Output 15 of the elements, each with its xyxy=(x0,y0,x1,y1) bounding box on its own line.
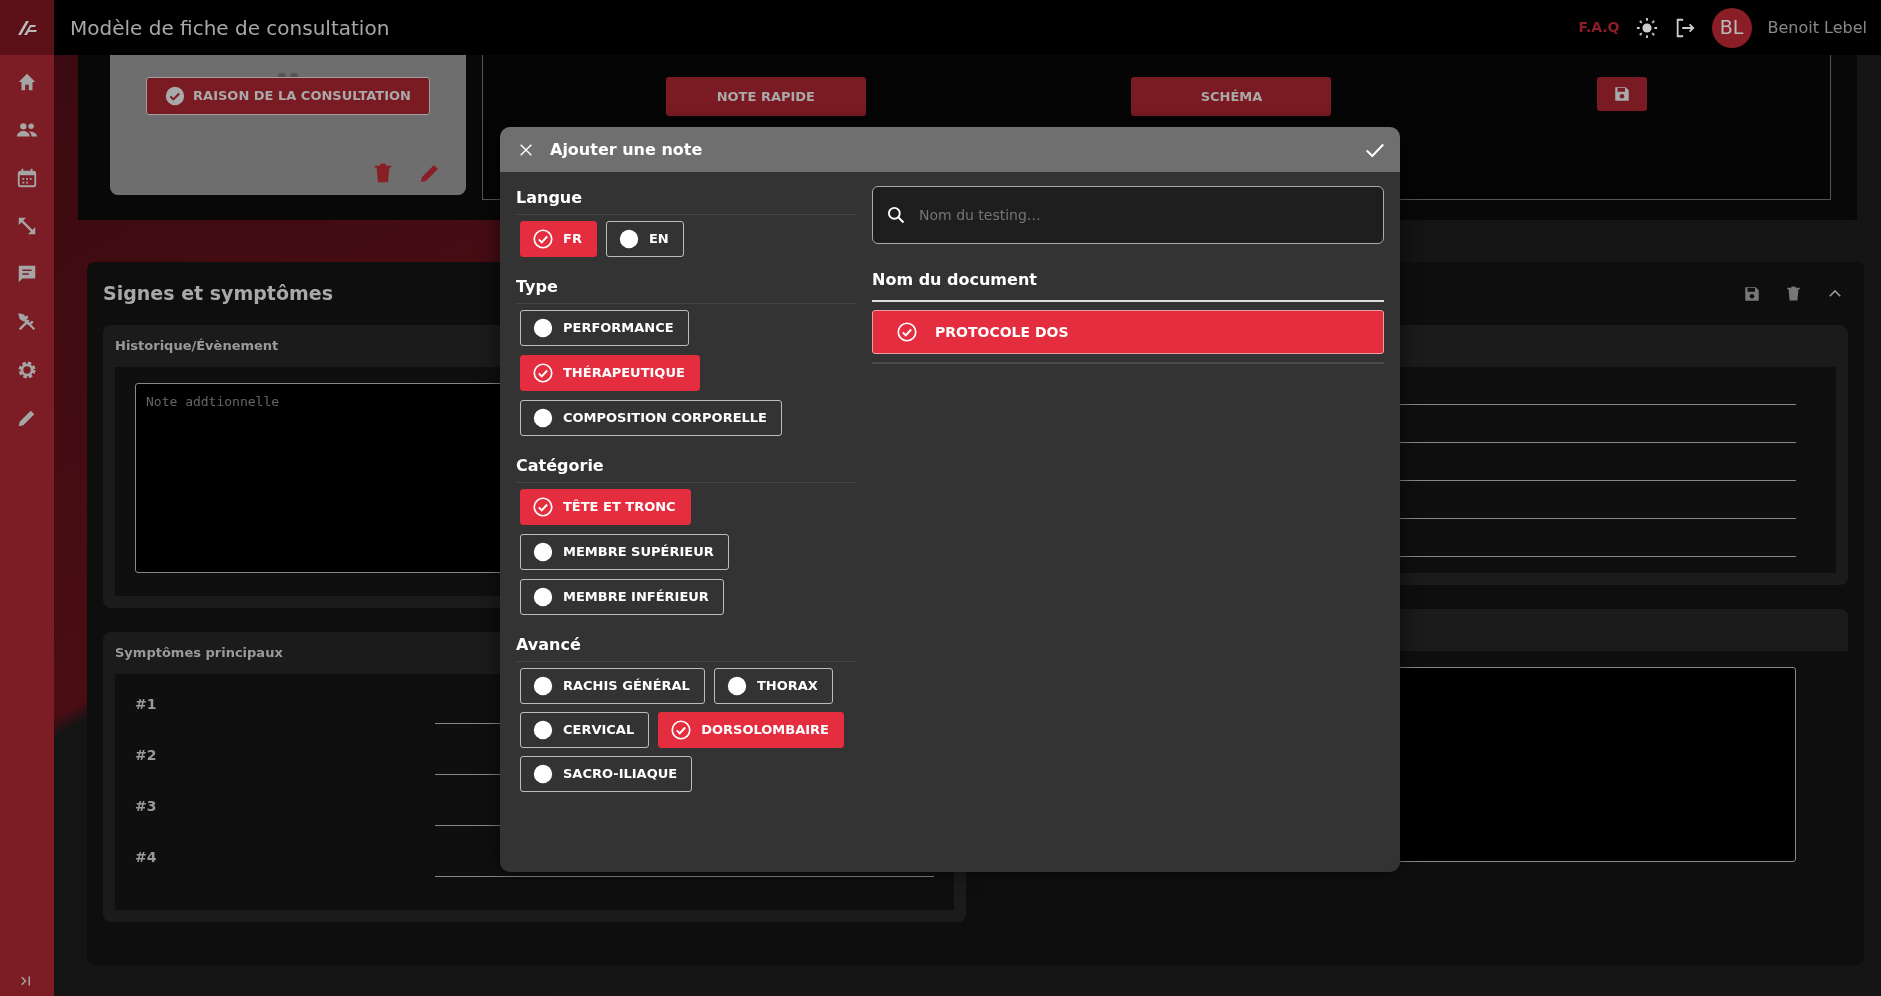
panel-title: Signes et symptômes xyxy=(103,281,333,307)
section-title: Avancé xyxy=(516,633,856,662)
card-title: Historique/Évènement xyxy=(115,337,279,356)
symptom-number: #2 xyxy=(135,746,158,765)
section-title: Langue xyxy=(516,186,856,215)
symptom-number: #1 xyxy=(135,695,158,714)
user-name: Benoit Lebel xyxy=(1767,16,1867,39)
section-title: Type xyxy=(516,275,856,304)
symptom-number: #4 xyxy=(135,848,158,867)
dialog-title: Ajouter une note xyxy=(550,138,703,161)
symptom-number: #3 xyxy=(135,797,158,816)
page-title: Modèle de fiche de consultation xyxy=(70,14,390,42)
section-title: Catégorie xyxy=(516,454,856,483)
card-title: Symptômes principaux xyxy=(115,644,283,663)
column-header: Nom du document xyxy=(872,268,1384,302)
